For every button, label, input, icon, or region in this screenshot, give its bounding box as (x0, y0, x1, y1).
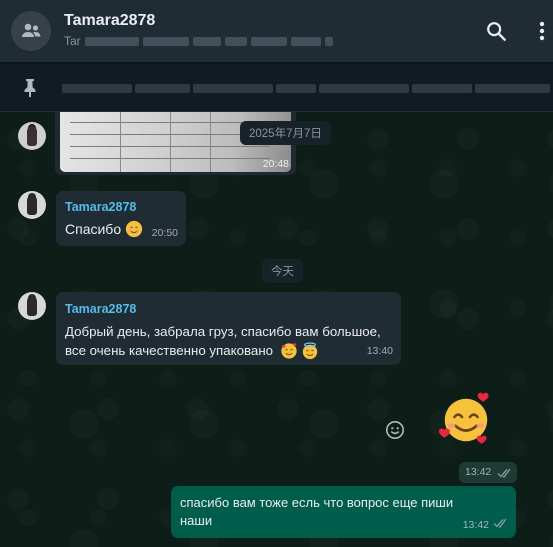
message-time: 13:40 (366, 345, 393, 357)
blurred-text (84, 36, 139, 46)
chat-header: Tamara2878 Tar (0, 0, 553, 62)
message-time: 20:48 (262, 158, 289, 170)
message-time: 13:42 (465, 466, 492, 478)
date-separator: 今天 (262, 259, 303, 283)
group-avatar-icon (22, 23, 41, 37)
search-icon[interactable] (485, 20, 507, 42)
chat-area[interactable]: 20:48 2025年7月7日 Tamara2878 Спасибо 20:50… (0, 112, 553, 547)
blurred-text (290, 36, 321, 46)
blurred-text (250, 36, 287, 46)
message-time: 20:50 (151, 227, 178, 239)
avatar[interactable] (18, 292, 46, 320)
emoji-picker-icon[interactable] (385, 420, 405, 440)
avatar[interactable] (18, 122, 46, 150)
smiling-face-with-hearts-sticker-icon[interactable] (437, 390, 495, 448)
menu-dots-icon[interactable] (537, 19, 547, 43)
blurred-text (192, 36, 221, 46)
blurred-text (224, 36, 247, 46)
blurred-text (324, 36, 333, 46)
avatar[interactable] (18, 191, 46, 219)
chat-title[interactable]: Tamara2878 (64, 12, 155, 30)
sender-name[interactable]: Tamara2878 (65, 302, 136, 316)
group-avatar[interactable] (11, 11, 51, 51)
outgoing-message[interactable]: спасибо вам тоже есль что вопрос еще пиш… (171, 486, 516, 538)
blurred-text (142, 36, 189, 46)
date-separator: 2025年7月7日 (240, 121, 331, 145)
sender-name[interactable]: Tamara2878 (65, 200, 136, 214)
message-text: спасибо вам тоже есль что вопрос еще пиш… (180, 495, 454, 510)
message-text: наши (180, 513, 213, 528)
smiling-face-with-hearts-emoji-icon (281, 342, 297, 359)
incoming-message[interactable]: Tamara2878 Спасибо 20:50 (56, 191, 186, 246)
pinned-blurred-text (62, 84, 550, 93)
chat-subtitle[interactable]: Tar (64, 34, 333, 48)
message-text: все очень качественно упаковано (65, 343, 274, 358)
message-time: 13:42 (462, 519, 489, 531)
smiling-face-emoji-icon (126, 220, 143, 238)
double-check-icon (497, 468, 511, 478)
sticker-meta: 13:42 (459, 462, 517, 483)
subtitle-prefix: Tar (64, 34, 81, 48)
incoming-message[interactable]: Tamara2878 Добрый день, забрала груз, сп… (56, 292, 401, 365)
pinned-message-bar[interactable] (0, 64, 553, 112)
message-text: Добрый день, забрала груз, спасибо вам б… (65, 324, 381, 339)
pin-icon (24, 79, 36, 97)
smiling-face-with-halo-emoji-icon (302, 341, 318, 359)
double-check-icon (493, 518, 507, 528)
message-text: Спасибо (65, 221, 122, 237)
